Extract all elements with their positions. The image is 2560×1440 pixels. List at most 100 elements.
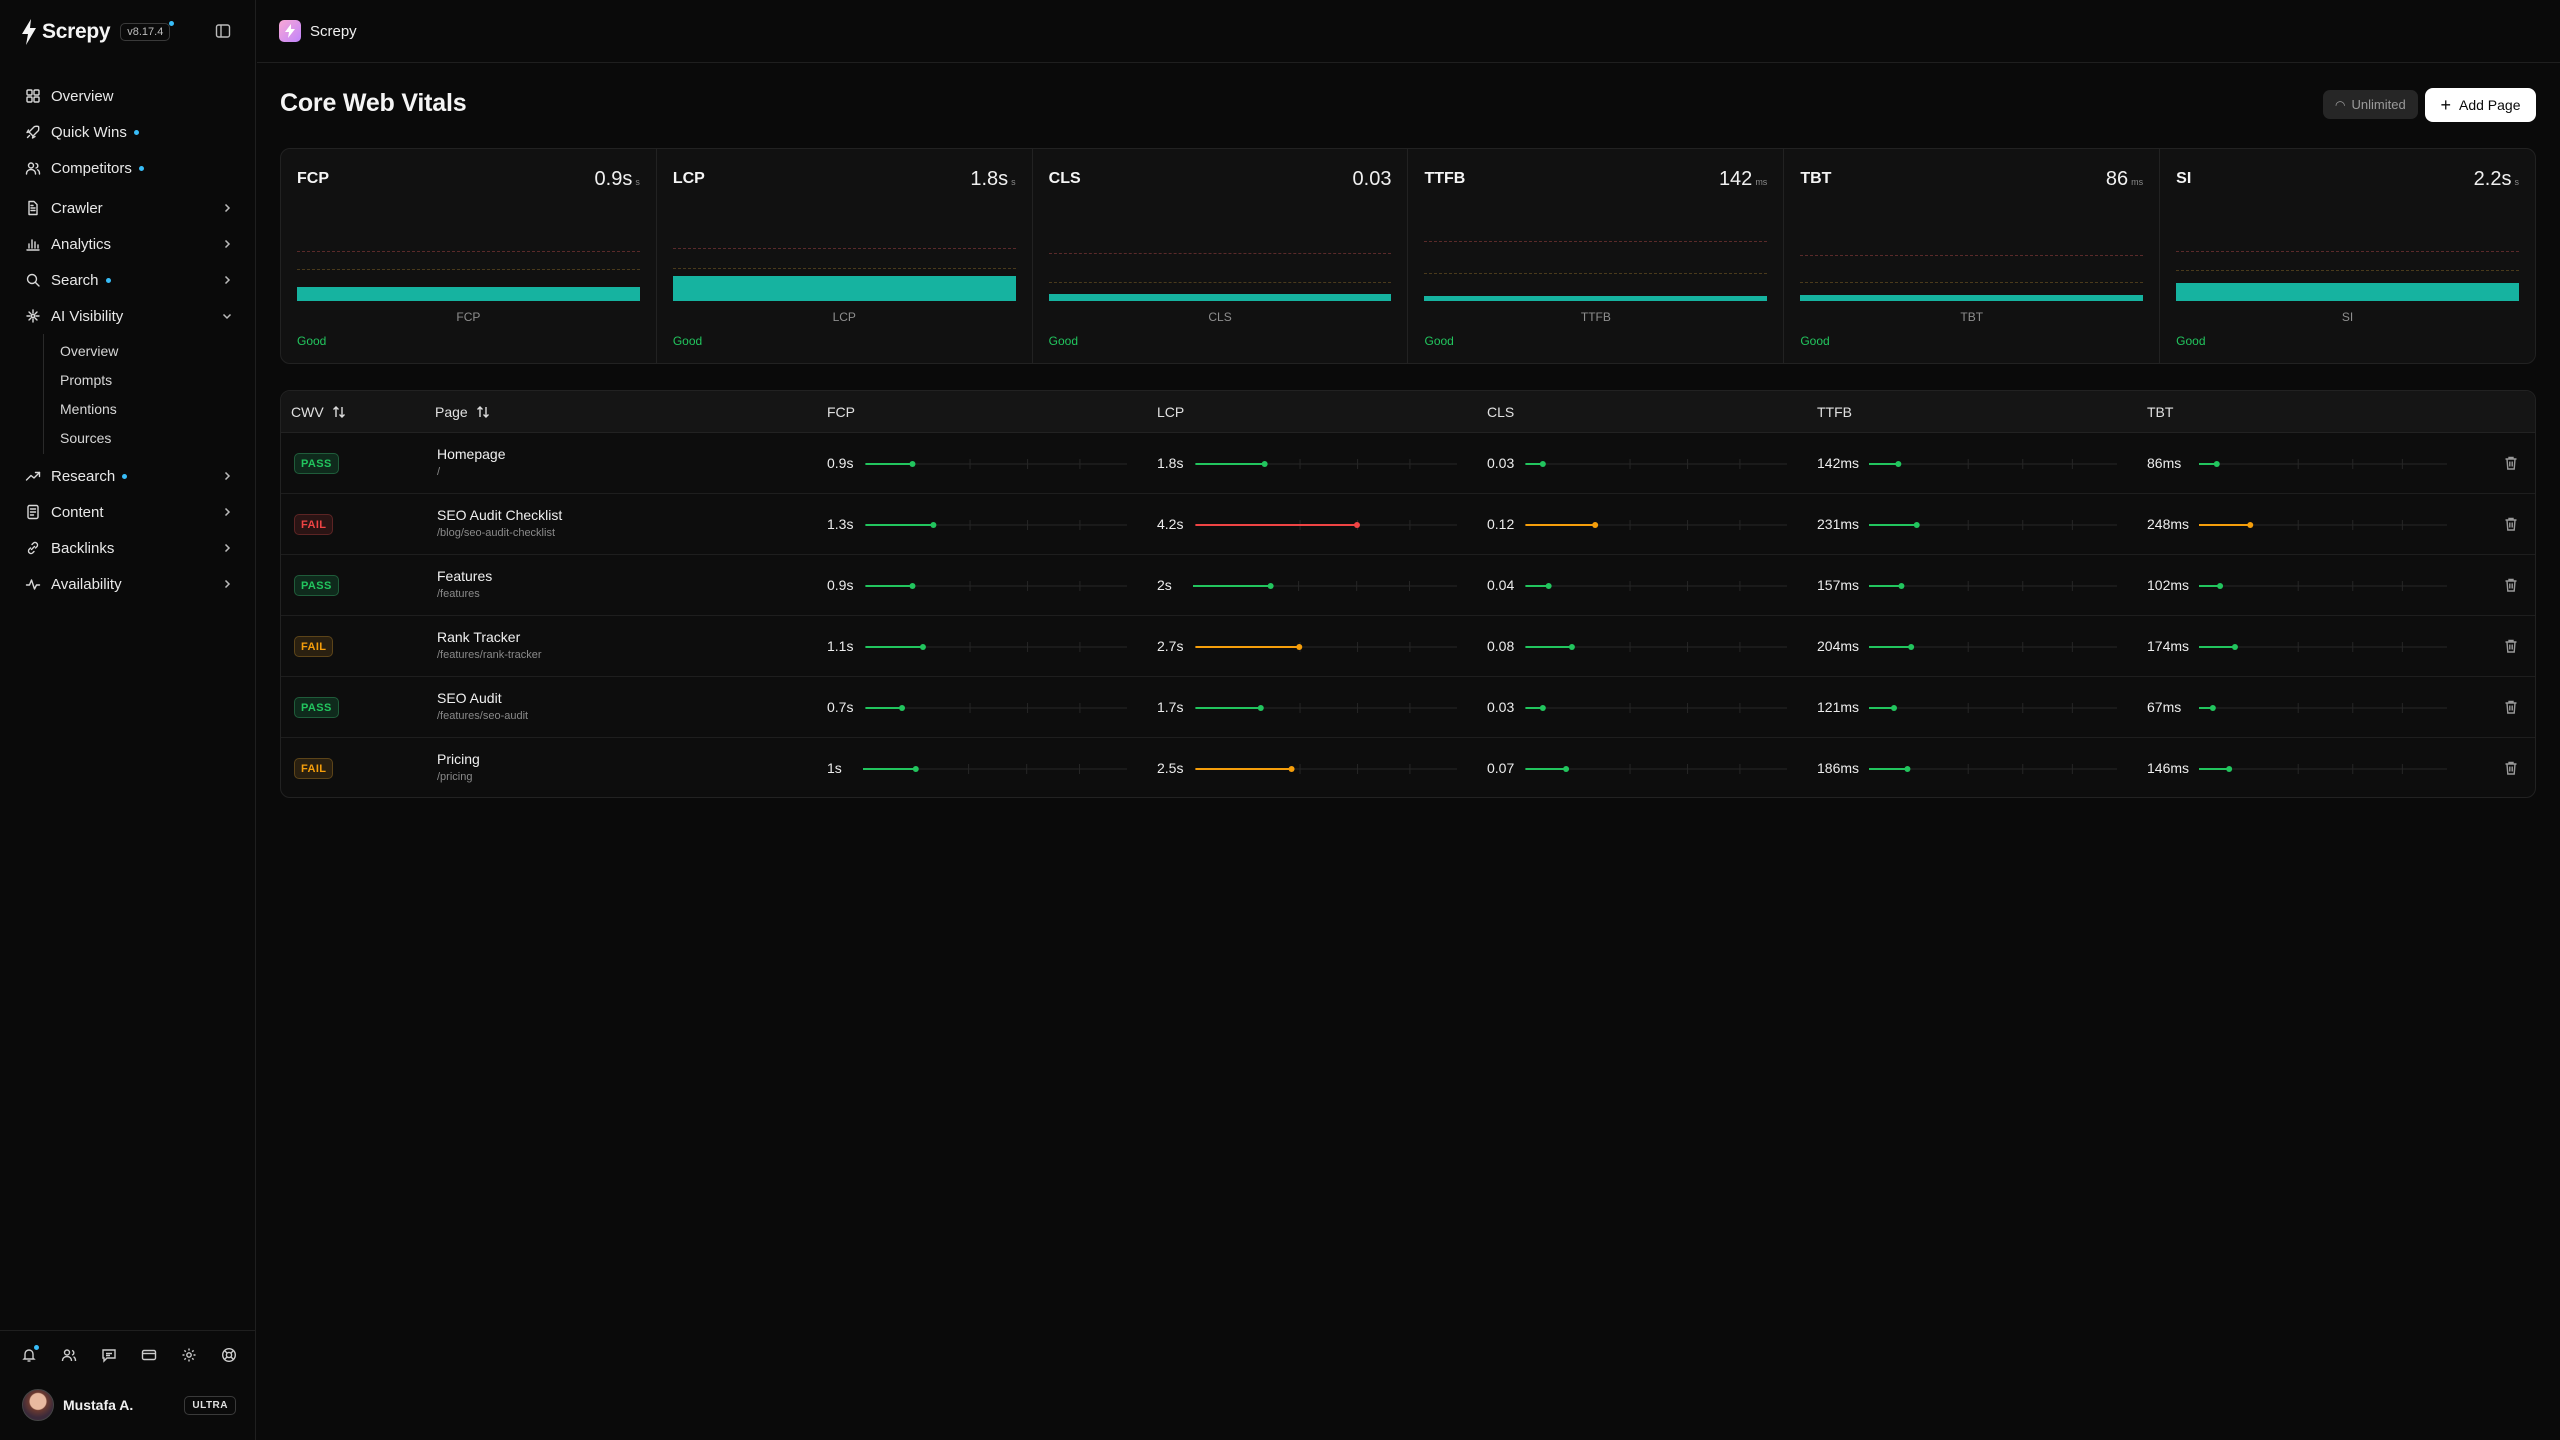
metrics-panel: FCP 0.9s s FCP Good LCP 1.8s s LCP Good CLS 0.03 CLS… xyxy=(280,148,2536,364)
poor-threshold-line xyxy=(2176,250,2519,252)
cwv-status-badge: PASS xyxy=(294,697,339,718)
brand[interactable]: Screpy v8.17.4 xyxy=(18,14,175,50)
col-ttfb[interactable]: TTFB xyxy=(1817,391,1852,433)
col-fcp[interactable]: FCP xyxy=(827,391,855,433)
sidebar-item-content[interactable]: Content xyxy=(12,494,244,530)
sidebar-item-label: AI Visibility xyxy=(51,307,124,325)
metric-value: 86ms xyxy=(2106,168,2143,191)
delete-icon[interactable] xyxy=(2501,453,2521,473)
sidebar-item-label: Content xyxy=(51,503,104,521)
sidebar-item-availability[interactable]: Availability xyxy=(12,566,244,602)
user-profile[interactable]: Mustafa A. ULTRA xyxy=(22,1387,236,1423)
sidebar-item-label: Quick Wins xyxy=(51,123,127,141)
col-cwv[interactable]: CWV xyxy=(291,391,346,433)
col-lcp[interactable]: LCP xyxy=(1157,391,1184,433)
table-row[interactable]: PASS Features/features 0.9s 2s 0.04 157ms 102m… xyxy=(281,555,2535,616)
metric-value-text: 0.9s xyxy=(594,168,633,190)
billing-icon[interactable] xyxy=(138,1344,160,1366)
sidebar-item-backlinks[interactable]: Backlinks xyxy=(12,530,244,566)
metric-bar xyxy=(1424,295,1768,301)
workspace-name[interactable]: Screpy xyxy=(310,23,357,40)
metric-value-text: 0.03 xyxy=(1352,168,1392,190)
chevron-right-icon[interactable] xyxy=(218,503,236,521)
sidebar-item-crawler[interactable]: Crawler xyxy=(12,190,244,226)
delete-icon[interactable] xyxy=(2501,636,2521,656)
sidebar-item-label: Research xyxy=(51,467,116,485)
col-tbt[interactable]: TBT xyxy=(2147,391,2173,433)
metric-label: SI xyxy=(2176,170,2192,187)
page-title-cell[interactable]: Homepage xyxy=(437,446,506,462)
cwv-status-badge: PASS xyxy=(294,453,339,474)
sidebar-collapse-icon[interactable] xyxy=(212,20,234,42)
new-indicator-dot xyxy=(133,129,139,135)
sparkline-value-dot xyxy=(1908,644,1915,650)
bar-chart-icon xyxy=(24,235,42,253)
needs-improvement-threshold-line xyxy=(2176,270,2519,272)
table-row[interactable]: PASS SEO Audit/features/seo-audit 0.7s 1.7s… xyxy=(281,677,2535,738)
table-row[interactable]: FAIL Rank Tracker/features/rank-tracker 1.… xyxy=(281,616,2535,677)
metric-status: Good xyxy=(1048,334,1079,348)
table-row[interactable]: FAIL Pricing/pricing 1s 2.5s 0.07 186ms 146ms xyxy=(281,738,2535,797)
grid-icon xyxy=(24,87,42,105)
sort-icon[interactable] xyxy=(476,405,490,419)
workspace-logo-icon[interactable] xyxy=(279,20,301,42)
metric-sparkline xyxy=(865,581,1127,591)
chevron-down-icon[interactable] xyxy=(218,307,236,325)
submenu-item-prompts[interactable]: Prompts xyxy=(44,365,244,394)
chevron-right-icon[interactable] xyxy=(218,575,236,593)
metric-sparkline xyxy=(1869,459,2117,469)
page-title-cell[interactable]: Pricing xyxy=(437,751,480,767)
sparkle-icon xyxy=(24,307,42,325)
chevron-right-icon[interactable] xyxy=(218,271,236,289)
chat-icon[interactable] xyxy=(98,1344,120,1366)
submenu-item-overview[interactable]: Overview xyxy=(44,336,244,365)
page-title-cell[interactable]: Rank Tracker xyxy=(437,629,520,645)
delete-icon[interactable] xyxy=(2501,697,2521,717)
metric-sparkline xyxy=(1195,642,1457,652)
chevron-right-icon[interactable] xyxy=(218,539,236,557)
page-title: Core Web Vitals xyxy=(280,89,467,117)
delete-icon[interactable] xyxy=(2501,758,2521,778)
table-row[interactable]: FAIL SEO Audit Checklist/blog/seo-audit-c… xyxy=(281,494,2535,555)
page-title-cell[interactable]: SEO Audit xyxy=(437,690,502,706)
submenu-item-sources[interactable]: Sources xyxy=(44,423,244,452)
sidebar-item-competitors[interactable]: Competitors xyxy=(12,150,244,186)
page-path-cell: /blog/seo-audit-checklist xyxy=(437,527,556,539)
new-indicator-dot xyxy=(122,473,128,479)
sidebar-item-analytics[interactable]: Analytics xyxy=(12,226,244,262)
submenu-item-mentions[interactable]: Mentions xyxy=(44,394,244,423)
plus-icon: + xyxy=(2440,95,2451,115)
metric-sparkline xyxy=(1195,520,1457,530)
unlimited-label: Unlimited xyxy=(2351,97,2406,112)
chevron-right-icon[interactable] xyxy=(218,467,236,485)
sparkline-value-dot xyxy=(1296,644,1303,650)
sidebar-item-overview[interactable]: Overview xyxy=(12,78,244,114)
sidebar-item-label: Crawler xyxy=(51,199,103,217)
sidebar-item-research[interactable]: Research xyxy=(12,458,244,494)
help-icon[interactable] xyxy=(218,1344,240,1366)
table-row[interactable]: PASS Homepage / 0.9s 1.8s 0.03 142ms 86ms xyxy=(281,433,2535,494)
col-cls[interactable]: CLS xyxy=(1487,391,1514,433)
sidebar-item-search[interactable]: Search xyxy=(12,262,244,298)
cell-lcp: 1.7s xyxy=(1157,677,1477,738)
delete-icon[interactable] xyxy=(2501,575,2521,595)
notifications-icon[interactable] xyxy=(18,1344,40,1366)
team-icon[interactable] xyxy=(58,1344,80,1366)
sidebar-footer: Mustafa A. ULTRA xyxy=(0,1330,256,1440)
metric-bar xyxy=(672,275,1016,301)
page-title-cell[interactable]: SEO Audit Checklist xyxy=(437,507,562,523)
settings-icon[interactable] xyxy=(178,1344,200,1366)
cell-fcp: 1s xyxy=(827,738,1147,797)
sidebar-item-ai-visibility[interactable]: AI Visibility xyxy=(12,298,244,334)
col-page[interactable]: Page xyxy=(435,391,490,433)
metric-axis-label: SI xyxy=(2341,310,2354,324)
sidebar-item-quick-wins[interactable]: Quick Wins xyxy=(12,114,244,150)
chevron-right-icon[interactable] xyxy=(218,235,236,253)
page-title-cell[interactable]: Features xyxy=(437,568,492,584)
chevron-right-icon[interactable] xyxy=(218,199,236,217)
sort-icon[interactable] xyxy=(332,405,346,419)
add-page-button[interactable]: + Add Page xyxy=(2425,88,2536,122)
delete-icon[interactable] xyxy=(2501,514,2521,534)
metric-value-text: 86 xyxy=(2105,168,2129,190)
metric-card-ttfb: TTFB 142 ms TTFB Good xyxy=(1408,149,1785,363)
